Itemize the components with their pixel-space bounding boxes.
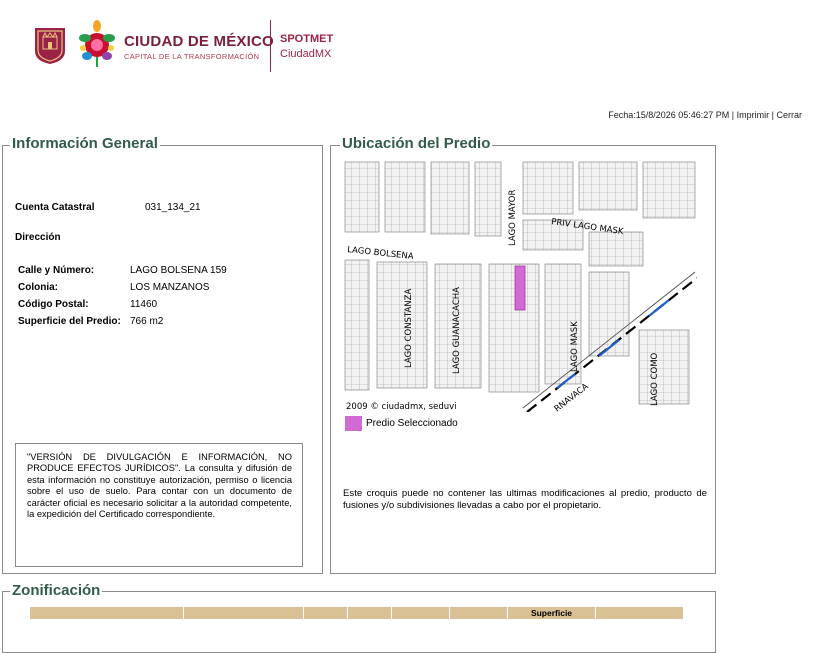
map-label-lago-como: LAGO COMO — [650, 352, 660, 406]
predio-legend-swatch — [345, 416, 362, 431]
imprimir-link[interactable]: Imprimir — [737, 110, 770, 120]
city-title: CIUDAD DE MÉXICO — [124, 33, 274, 50]
cuenta-catastral-label: Cuenta Catastral — [15, 202, 95, 213]
disclaimer-box: "VERSIÓN DE DIVULGACIÓN E INFORMACIÓN, N… — [15, 443, 303, 567]
map-label-lago-mask: LAGO MASK — [570, 321, 580, 372]
zone-col-header — [392, 607, 450, 619]
superficie-value: 766 m2 — [130, 316, 164, 327]
zonificacion-panel — [2, 591, 716, 653]
calle-numero-label: Calle y Número: — [18, 265, 95, 276]
city-subtitle: CAPITAL DE LA TRANSFORMACIÓN — [124, 52, 260, 61]
parcel-map[interactable]: LAGO MAYOR PRIV LAGO MASK LAGO BOLSENA L… — [343, 160, 697, 412]
zone-col-header — [450, 607, 508, 619]
zone-col-header — [304, 607, 348, 619]
app-subtitle: CiudadMX — [280, 48, 332, 60]
cdmx-shield-logo — [35, 28, 65, 64]
zone-col-header — [348, 607, 392, 619]
zonificacion-legend: Zonificación — [10, 582, 103, 599]
cuenta-catastral-value: 031_134_21 — [145, 202, 201, 213]
general-info-legend: Información General — [10, 135, 160, 152]
header-divider — [270, 20, 271, 72]
zone-col-header — [184, 607, 304, 619]
colonia-value: LOS MANZANOS — [130, 282, 210, 293]
calle-numero-value: LAGO BOLSENA 159 — [130, 265, 227, 276]
location-legend: Ubicación del Predio — [340, 135, 493, 152]
map-label-lago-constanza: LAGO CONSTANZA — [404, 289, 414, 368]
colonia-label: Colonia: — [18, 282, 58, 293]
zone-col-header-superficie: Superficie — [508, 607, 596, 619]
cerrar-link[interactable]: Cerrar — [776, 110, 802, 120]
separator: | — [729, 110, 737, 120]
predio-legend-label: Predio Seleccionado — [366, 418, 458, 429]
zone-col-header — [596, 607, 684, 619]
zone-col-header — [30, 607, 184, 619]
fecha-text: Fecha:15/8/2026 05:46:27 PM — [608, 110, 730, 120]
superficie-label: Superficie del Predio: — [18, 316, 121, 327]
top-toolbar: Fecha:15/8/2026 05:46:27 PM | Imprimir |… — [608, 110, 802, 120]
codigo-postal-value: 11460 — [130, 299, 158, 310]
map-note: Este croquis puede no contener las ultim… — [343, 488, 707, 511]
map-label-lago-guanacacha: LAGO GUANACACHA — [452, 287, 462, 374]
map-copyright: 2009 © ciudadmx, seduvi — [346, 402, 457, 412]
direccion-label: Dirección — [15, 232, 61, 243]
app-title: SPOTMET — [280, 33, 334, 45]
map-label-lago-mayor: LAGO MAYOR — [508, 190, 518, 246]
zonificacion-table-header: Superficie — [30, 607, 684, 619]
flower-logo — [79, 20, 115, 67]
codigo-postal-label: Código Postal: — [18, 299, 89, 310]
